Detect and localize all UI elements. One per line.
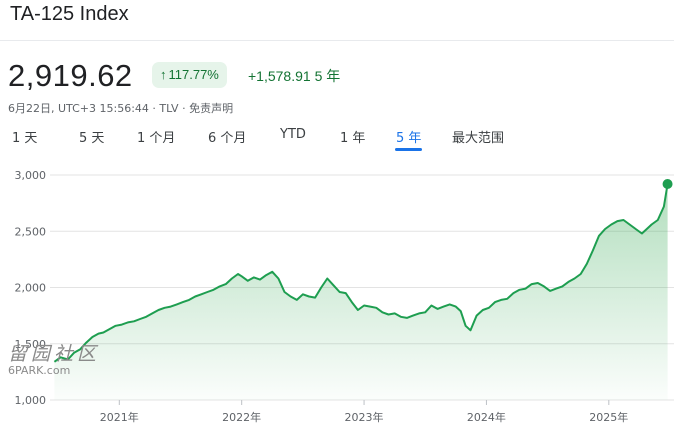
latest-point xyxy=(662,179,673,189)
y-tick-label: 1,000 xyxy=(15,394,47,407)
y-tick-label: 2,500 xyxy=(15,225,47,238)
x-tick-label: 2025年 xyxy=(589,410,628,424)
price-area xyxy=(54,184,668,400)
x-tick-label: 2021年 xyxy=(100,410,139,424)
x-tick-label: 2023年 xyxy=(345,410,384,424)
watermark-cn: 留园社区 xyxy=(8,343,101,365)
watermark: 留园社区 6PARK.com xyxy=(8,339,100,377)
y-tick-label: 3,000 xyxy=(15,169,47,182)
x-tick-label: 2024年 xyxy=(467,410,506,424)
price-chart[interactable]: 1,0001,5002,0002,5003,000 2021年 2022年 2023… xyxy=(0,0,674,440)
y-tick-label: 2,000 xyxy=(15,282,47,295)
x-tick-label: 2022年 xyxy=(222,410,261,424)
